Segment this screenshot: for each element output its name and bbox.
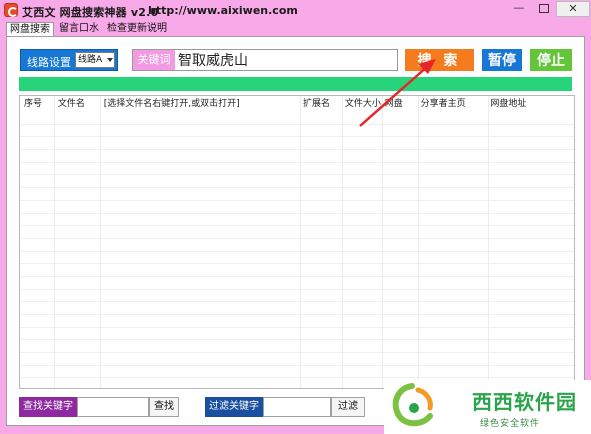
window-url: http://www.aixiwen.com	[148, 4, 298, 17]
progress-fill	[19, 77, 572, 91]
table-row[interactable]	[20, 340, 574, 354]
column-header-hint[interactable]: [选择文件名右键打开,或双击打开]	[100, 96, 299, 112]
column-divider[interactable]	[54, 96, 55, 388]
keyword-label: 关键词	[133, 50, 175, 70]
column-header-filename[interactable]: 文件名	[54, 96, 100, 112]
column-header-index[interactable]: 序号	[20, 96, 54, 112]
column-header-extension[interactable]: 扩展名	[299, 96, 341, 112]
watermark-logo-icon	[392, 383, 433, 427]
column-header-sharer[interactable]: 分享者主页	[417, 96, 487, 112]
column-divider[interactable]	[342, 96, 343, 388]
keyword-field: 关键词	[132, 49, 398, 71]
watermark-subtitle: 绿色安全软件	[480, 419, 541, 429]
table-header: 序号 文件名 [选择文件名右键打开,或双击打开] 扩展名 文件大小 网盘 分享者…	[20, 96, 574, 112]
progress-bar	[19, 77, 572, 91]
tab-bar: 网盘搜索 留言口水 检查更新说明	[6, 22, 172, 36]
table-row[interactable]	[20, 239, 574, 252]
minimize-button[interactable]: —	[508, 1, 530, 17]
table-row[interactable]	[20, 125, 574, 138]
column-header-url[interactable]: 网盘地址	[486, 96, 574, 112]
tab-comments[interactable]: 留言口水	[56, 22, 102, 36]
watermark: 西西软件园 绿色安全软件	[384, 380, 591, 434]
tab-netdisk-search[interactable]: 网盘搜索	[6, 22, 54, 36]
pause-button[interactable]: 暂停	[482, 49, 522, 71]
table-row[interactable]	[20, 226, 574, 239]
tab-update-notes[interactable]: 检查更新说明	[104, 22, 170, 36]
filter-keyword-label: 过滤关键字	[205, 397, 263, 417]
table-row[interactable]	[20, 112, 574, 125]
results-table[interactable]: 序号 文件名 [选择文件名右键打开,或双击打开] 扩展名 文件大小 网盘 分享者…	[19, 95, 575, 389]
table-row[interactable]	[20, 163, 574, 176]
find-button[interactable]: 查找	[149, 397, 179, 417]
route-select[interactable]: 线路A	[75, 52, 115, 68]
window-title: 艾西文 网盘搜索神器 v2.0	[22, 6, 159, 19]
table-row[interactable]	[20, 150, 574, 163]
search-panel: 线路设置 线路A 关键词 搜 索 暂停 停止 序号 文件名 [选择文件名右键打开…	[6, 36, 585, 426]
find-keyword-label: 查找关键字	[19, 397, 77, 417]
column-divider[interactable]	[488, 96, 489, 388]
chevron-down-icon	[107, 58, 113, 62]
filter-button[interactable]: 过滤	[331, 397, 365, 417]
app-window: 艾西文 网盘搜索神器 v2.0 http://www.aixiwen.com —…	[0, 0, 591, 434]
column-divider[interactable]	[300, 96, 301, 388]
column-divider[interactable]	[382, 96, 383, 388]
route-select-value: 线路A	[78, 55, 103, 65]
column-divider[interactable]	[100, 96, 101, 388]
table-row[interactable]	[20, 353, 574, 366]
column-header-size[interactable]: 文件大小	[341, 96, 381, 112]
app-logo-icon	[4, 3, 18, 17]
maximize-button[interactable]	[533, 1, 555, 17]
search-button[interactable]: 搜 索	[405, 49, 474, 71]
table-row[interactable]	[20, 366, 574, 379]
keyword-input[interactable]	[178, 51, 396, 69]
table-row[interactable]	[20, 290, 574, 303]
column-header-netdisk[interactable]: 网盘	[381, 96, 417, 112]
table-body	[20, 112, 574, 388]
table-row[interactable]	[20, 175, 574, 189]
column-divider[interactable]	[418, 96, 419, 388]
table-row[interactable]	[20, 137, 574, 151]
watermark-brand: 西西软件园	[472, 390, 577, 414]
table-row[interactable]	[20, 328, 574, 341]
find-keyword-input[interactable]	[77, 397, 149, 417]
table-row[interactable]	[20, 264, 574, 277]
filter-keyword-input[interactable]	[263, 397, 331, 417]
table-row[interactable]	[20, 315, 574, 328]
stop-button[interactable]: 停止	[530, 49, 572, 71]
table-row[interactable]	[20, 302, 574, 315]
route-setting: 线路设置 线路A	[20, 49, 118, 71]
table-row[interactable]	[20, 252, 574, 265]
close-button[interactable]: ✕	[556, 1, 590, 17]
table-row[interactable]	[20, 214, 574, 227]
table-row[interactable]	[20, 277, 574, 290]
table-row[interactable]	[20, 188, 574, 201]
title-bar[interactable]: 艾西文 网盘搜索神器 v2.0 http://www.aixiwen.com —…	[0, 0, 591, 20]
route-label: 线路设置	[27, 56, 71, 69]
table-row[interactable]	[20, 201, 574, 214]
